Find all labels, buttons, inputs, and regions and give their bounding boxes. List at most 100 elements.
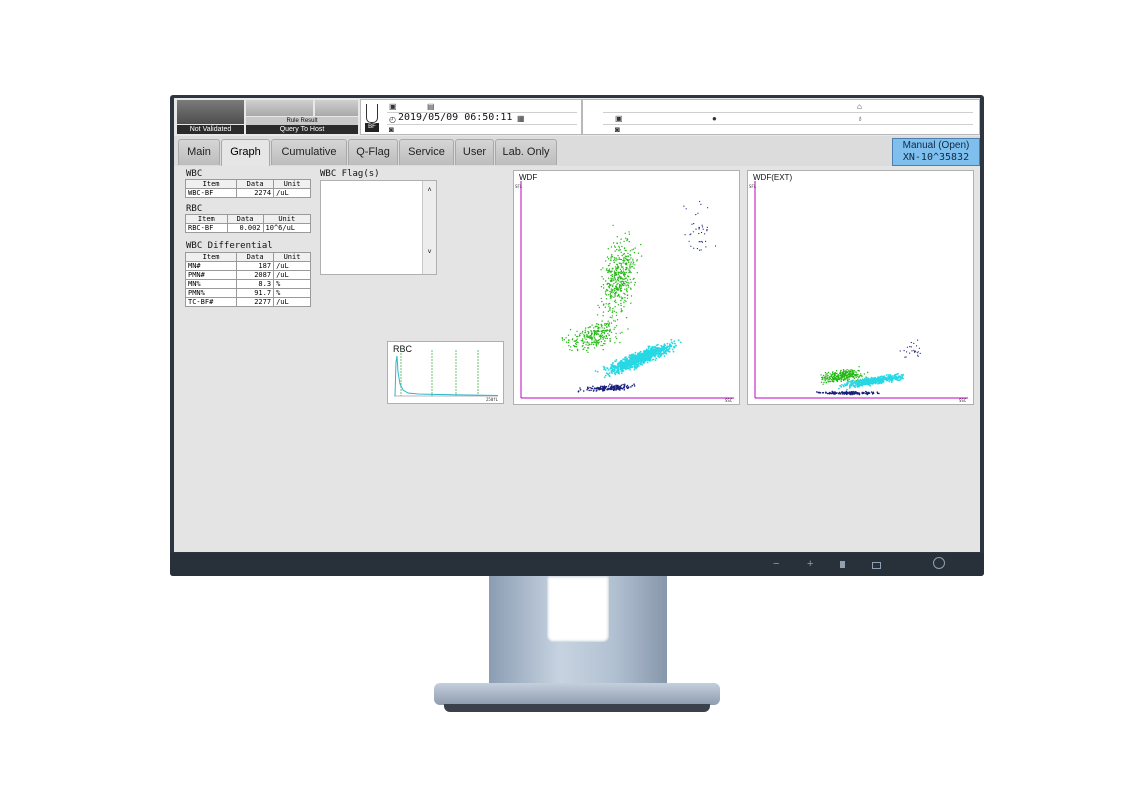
scatter-dot [823,376,826,379]
scatter-dot [871,382,873,385]
scatter-dot [631,363,634,366]
scatter-dot [666,345,669,348]
scatter-dot [598,306,601,309]
scatter-dot [615,337,618,340]
scatter-dot [886,378,889,380]
scatter-dot [620,372,623,374]
scatter-dot [596,370,599,373]
scatter-dot [692,231,694,233]
scatter-dot [594,341,596,344]
scatter-dot [591,387,594,390]
scatter-dot [696,248,698,250]
scatter-dot [574,340,576,342]
tab-user[interactable]: User [455,139,494,165]
scatter-dot [914,350,916,352]
scatter-dot [615,268,617,270]
scatter-dot [865,390,867,393]
scatter-dot [611,296,613,298]
scatter-dot [698,232,700,235]
scatter-dot [909,346,911,348]
input-button[interactable] [872,562,881,569]
scatter-dot [610,288,613,290]
scatter-dot [613,370,615,373]
scatter-dot [599,388,602,390]
tab-q-flag[interactable]: Q-Flag [348,139,398,165]
scatter-dot [609,329,611,331]
plus-button[interactable]: + [807,558,813,570]
scatter-dot [596,314,599,316]
scatter-dot [609,309,611,311]
scatter-dot [591,332,593,335]
scatter-dot [607,248,609,250]
scatter-dot [611,275,614,278]
scatter-dot [643,355,645,358]
scatter-dot [595,389,598,392]
scatter-dot [574,345,576,348]
scatter-dot [617,272,619,274]
scatter-dot [620,272,622,275]
scatter-dot [607,310,610,312]
scatter-dot [603,366,606,369]
scatter-dot [623,259,625,261]
scroll-down-icon[interactable]: ˅ [423,249,436,256]
scatter-dot [611,278,613,280]
scatter-dot [603,337,605,339]
scatter-dot [617,387,620,390]
tab-cumulative[interactable]: Cumulative [271,139,347,165]
tab-graph[interactable]: Graph [221,139,270,167]
scatter-dot [627,255,629,257]
scatter-dot [620,263,623,265]
scatter-dot [594,370,597,372]
scatter-dot [615,325,618,327]
scatter-dot [700,249,702,251]
scatter-dot [624,293,626,295]
minus-button[interactable]: − [773,558,779,570]
scatter-dot [637,252,640,254]
tab-service[interactable]: Service [399,139,454,165]
scatter-dot [620,271,622,273]
scatter-dot [608,323,610,326]
scatter-dot [630,355,633,358]
query-to-host[interactable]: Query To Host [246,125,358,134]
scatter-dot [634,360,637,362]
scatter-dot [655,357,658,360]
scatter-dot [822,383,824,385]
tab-lab-only[interactable]: Lab. Only [495,139,557,165]
scatter-dot [633,363,636,366]
scatter-dot [829,376,831,378]
scatter-dot [853,374,856,376]
scatter-dot [614,258,616,260]
scatter-dot [609,339,611,341]
scatter-dot [633,267,635,269]
scatter-dot [626,267,628,269]
scatter-dot [917,355,919,357]
scatter-dot [630,281,632,283]
menu-button[interactable] [840,561,845,568]
scatter-dot [866,393,869,395]
scatter-dot [626,279,629,281]
flags-scrollbar[interactable]: ˄ ˅ [422,181,436,274]
scatter-dot [637,352,639,355]
mode-indicator[interactable]: Manual (Open) XN-10^35832 [892,138,980,166]
scatter-dot [587,387,589,390]
scroll-up-icon[interactable]: ˄ [423,187,436,194]
scatter-dot [588,331,590,333]
scatter-dot [607,373,610,376]
scatter-dot [561,337,563,339]
sample-type-badge: BF [365,123,379,132]
scatter-dot [618,296,621,298]
power-icon[interactable] [933,557,945,569]
scatter-dot [604,340,606,342]
scatter-dot [603,335,605,338]
scatter-dot [625,316,628,319]
scatter-dot [602,284,605,286]
scatter-dot [587,347,590,349]
scatter-dot [613,365,615,368]
scatter-dot [628,271,630,274]
scatter-dot [618,258,620,260]
scatter-dot [613,276,616,279]
scatter-dot [604,324,606,327]
scatter-dot [843,376,846,378]
wbc-flags-list[interactable]: ˄ ˅ [320,180,437,275]
tab-main[interactable]: Main [178,139,220,165]
